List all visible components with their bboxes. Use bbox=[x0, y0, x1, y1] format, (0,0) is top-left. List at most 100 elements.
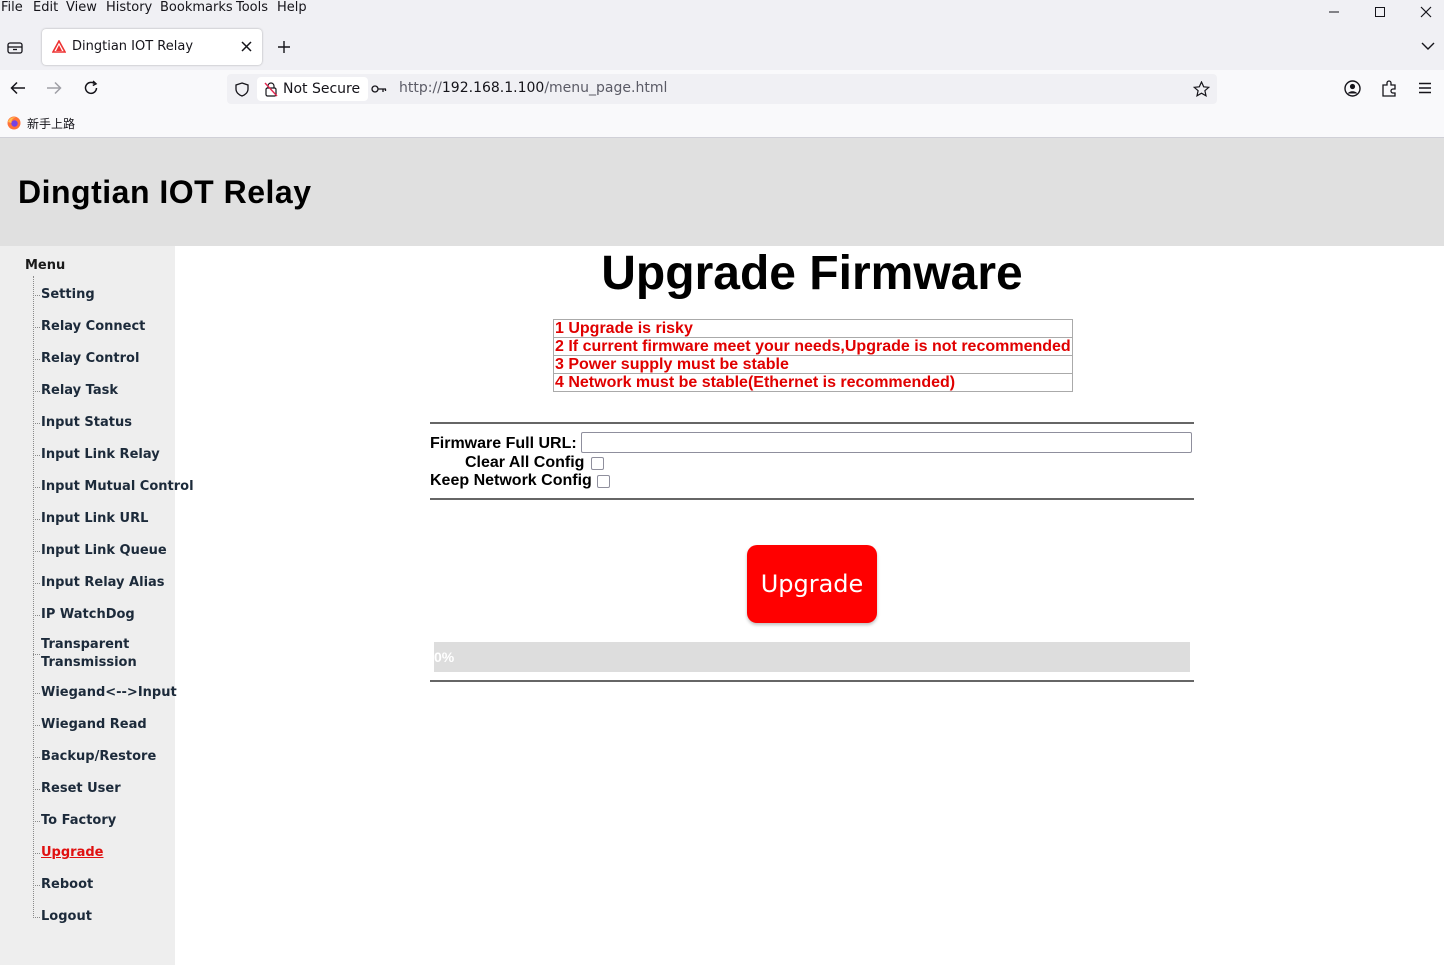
sidebar-item-transparent-transmission[interactable]: Transparent Transmission bbox=[41, 636, 137, 672]
tree-branch bbox=[33, 455, 40, 456]
sidebar-item-input-link-url[interactable]: Input Link URL bbox=[41, 510, 148, 528]
sidebar-item-reboot[interactable]: Reboot bbox=[41, 876, 93, 894]
browser-menubar: File Edit View History Bookmarks Tools H… bbox=[0, 0, 1444, 18]
bookmark-getting-started[interactable]: 新手上路 bbox=[27, 115, 75, 132]
sidebar-item-setting[interactable]: Setting bbox=[41, 286, 95, 304]
tree-branch bbox=[33, 853, 40, 854]
warning-item: 3 Power supply must be stable bbox=[553, 355, 1073, 374]
sidebar-item-wiegand-input[interactable]: Wiegand<-->Input bbox=[41, 684, 177, 702]
firmware-url-label: Firmware Full URL: bbox=[430, 435, 577, 452]
tab-title: Dingtian IOT Relay bbox=[72, 39, 194, 54]
sidebar-item-input-mutual-control[interactable]: Input Mutual Control bbox=[41, 478, 194, 496]
maximize-icon bbox=[1375, 7, 1385, 17]
tree-branch bbox=[33, 519, 40, 520]
divider bbox=[430, 498, 1194, 500]
new-tab-icon[interactable] bbox=[277, 40, 291, 54]
sidebar-item-label: Transparent bbox=[41, 637, 130, 652]
firmware-url-input[interactable] bbox=[581, 432, 1192, 453]
tree-branch bbox=[33, 423, 40, 424]
tree-branch bbox=[33, 789, 40, 790]
key-icon[interactable] bbox=[371, 84, 387, 94]
tab-dingtian[interactable]: Dingtian IOT Relay bbox=[42, 29, 262, 65]
warning-table: 1 Upgrade is risky 2 If current firmware… bbox=[553, 319, 1073, 392]
bookmarks-toolbar: 新手上路 bbox=[0, 108, 1444, 138]
sidebar-item-logout[interactable]: Logout bbox=[41, 908, 92, 926]
reload-icon[interactable] bbox=[83, 80, 99, 96]
extensions-icon[interactable] bbox=[1381, 80, 1397, 97]
sidebar-item-relay-control[interactable]: Relay Control bbox=[41, 350, 139, 368]
tree-branch bbox=[33, 917, 40, 918]
sidebar-item-reset-user[interactable]: Reset User bbox=[41, 780, 121, 798]
sidebar-item-ip-watchdog[interactable]: IP WatchDog bbox=[41, 606, 135, 624]
menu-edit[interactable]: Edit bbox=[33, 0, 58, 15]
clear-all-config-label: Clear All Config bbox=[465, 454, 585, 471]
menu-help[interactable]: Help bbox=[277, 0, 307, 15]
forward-icon[interactable] bbox=[46, 81, 62, 95]
clear-all-config-checkbox[interactable] bbox=[591, 457, 604, 470]
page-title: Upgrade Firmware bbox=[601, 247, 1023, 300]
tree-branch bbox=[33, 391, 40, 392]
menu-bookmarks[interactable]: Bookmarks bbox=[160, 0, 233, 15]
sidebar-item-to-factory[interactable]: To Factory bbox=[41, 812, 116, 830]
tab-close-icon[interactable] bbox=[241, 41, 252, 52]
keep-network-config-label: Keep Network Config bbox=[430, 472, 592, 489]
url-bar[interactable]: Not Secure http://192.168.1.100/menu_pag… bbox=[227, 74, 1217, 104]
not-secure-label: Not Secure bbox=[283, 81, 361, 97]
tree-branch bbox=[33, 821, 40, 822]
menu-history[interactable]: History bbox=[106, 0, 152, 15]
url-path: /menu_page.html bbox=[544, 80, 668, 96]
upgrade-button[interactable]: Upgrade bbox=[747, 545, 877, 623]
sidebar-item-input-relay-alias[interactable]: Input Relay Alias bbox=[41, 574, 165, 592]
site-header: Dingtian IOT Relay bbox=[0, 138, 1444, 246]
sidebar-item-backup-restore[interactable]: Backup/Restore bbox=[41, 748, 156, 766]
warning-item: 1 Upgrade is risky bbox=[553, 319, 1073, 338]
navigation-bar: Not Secure http://192.168.1.100/menu_pag… bbox=[0, 70, 1444, 108]
sidebar-item-relay-task[interactable]: Relay Task bbox=[41, 382, 118, 400]
hamburger-menu-icon[interactable] bbox=[1418, 82, 1432, 94]
progress-bar: 0% bbox=[434, 642, 1190, 672]
tree-branch bbox=[33, 583, 40, 584]
shield-icon[interactable] bbox=[235, 82, 249, 97]
sidebar-item-input-status[interactable]: Input Status bbox=[41, 414, 132, 432]
tree-branch bbox=[33, 487, 40, 488]
main-content: Upgrade Firmware 1 Upgrade is risky 2 If… bbox=[175, 246, 1444, 965]
tree-branch bbox=[33, 757, 40, 758]
tree-branch bbox=[33, 693, 40, 694]
tree-branch bbox=[33, 359, 40, 360]
tree-branch bbox=[33, 327, 40, 328]
tab-list-icon[interactable] bbox=[7, 40, 23, 54]
sidebar-item-relay-connect[interactable]: Relay Connect bbox=[41, 318, 145, 336]
sidebar-menu: Menu Setting Relay Connect Relay Control… bbox=[0, 246, 194, 965]
warning-item: 4 Network must be stable(Ethernet is rec… bbox=[553, 373, 1073, 392]
minimize-icon bbox=[1329, 11, 1339, 13]
menu-view[interactable]: View bbox=[66, 0, 97, 15]
not-secure-badge[interactable]: Not Secure bbox=[257, 77, 369, 101]
sidebar-item-wiegand-read[interactable]: Wiegand Read bbox=[41, 716, 147, 734]
progress-text: 0% bbox=[434, 649, 455, 665]
tab-bar: Dingtian IOT Relay bbox=[0, 18, 1444, 70]
sidebar-item-upgrade[interactable]: Upgrade bbox=[41, 844, 103, 862]
tree-branch bbox=[33, 885, 40, 886]
url-text[interactable]: http://192.168.1.100/menu_page.html bbox=[399, 80, 667, 96]
menu-tools[interactable]: Tools bbox=[236, 0, 268, 15]
sidebar-item-label: Transmission bbox=[41, 655, 137, 670]
menu-heading: Menu bbox=[25, 258, 66, 273]
tree-branch bbox=[33, 654, 40, 655]
url-host: 192.168.1.100 bbox=[441, 80, 545, 96]
list-all-tabs-icon[interactable] bbox=[1421, 41, 1435, 51]
insecure-lock-icon bbox=[264, 82, 278, 97]
warning-item: 2 If current firmware meet your needs,Up… bbox=[553, 337, 1073, 356]
tree-branch bbox=[33, 551, 40, 552]
sidebar-item-input-link-relay[interactable]: Input Link Relay bbox=[41, 446, 160, 464]
site-title: Dingtian IOT Relay bbox=[18, 174, 312, 210]
divider bbox=[430, 422, 1194, 424]
tree-branch bbox=[33, 725, 40, 726]
close-icon bbox=[1420, 6, 1432, 18]
bookmark-star-icon[interactable] bbox=[1193, 81, 1210, 97]
sidebar-item-input-link-queue[interactable]: Input Link Queue bbox=[41, 542, 167, 560]
firefox-icon bbox=[7, 116, 21, 130]
keep-network-config-checkbox[interactable] bbox=[597, 475, 610, 488]
account-icon[interactable] bbox=[1344, 80, 1361, 97]
back-icon[interactable] bbox=[10, 81, 26, 95]
menu-file[interactable]: File bbox=[1, 0, 23, 15]
